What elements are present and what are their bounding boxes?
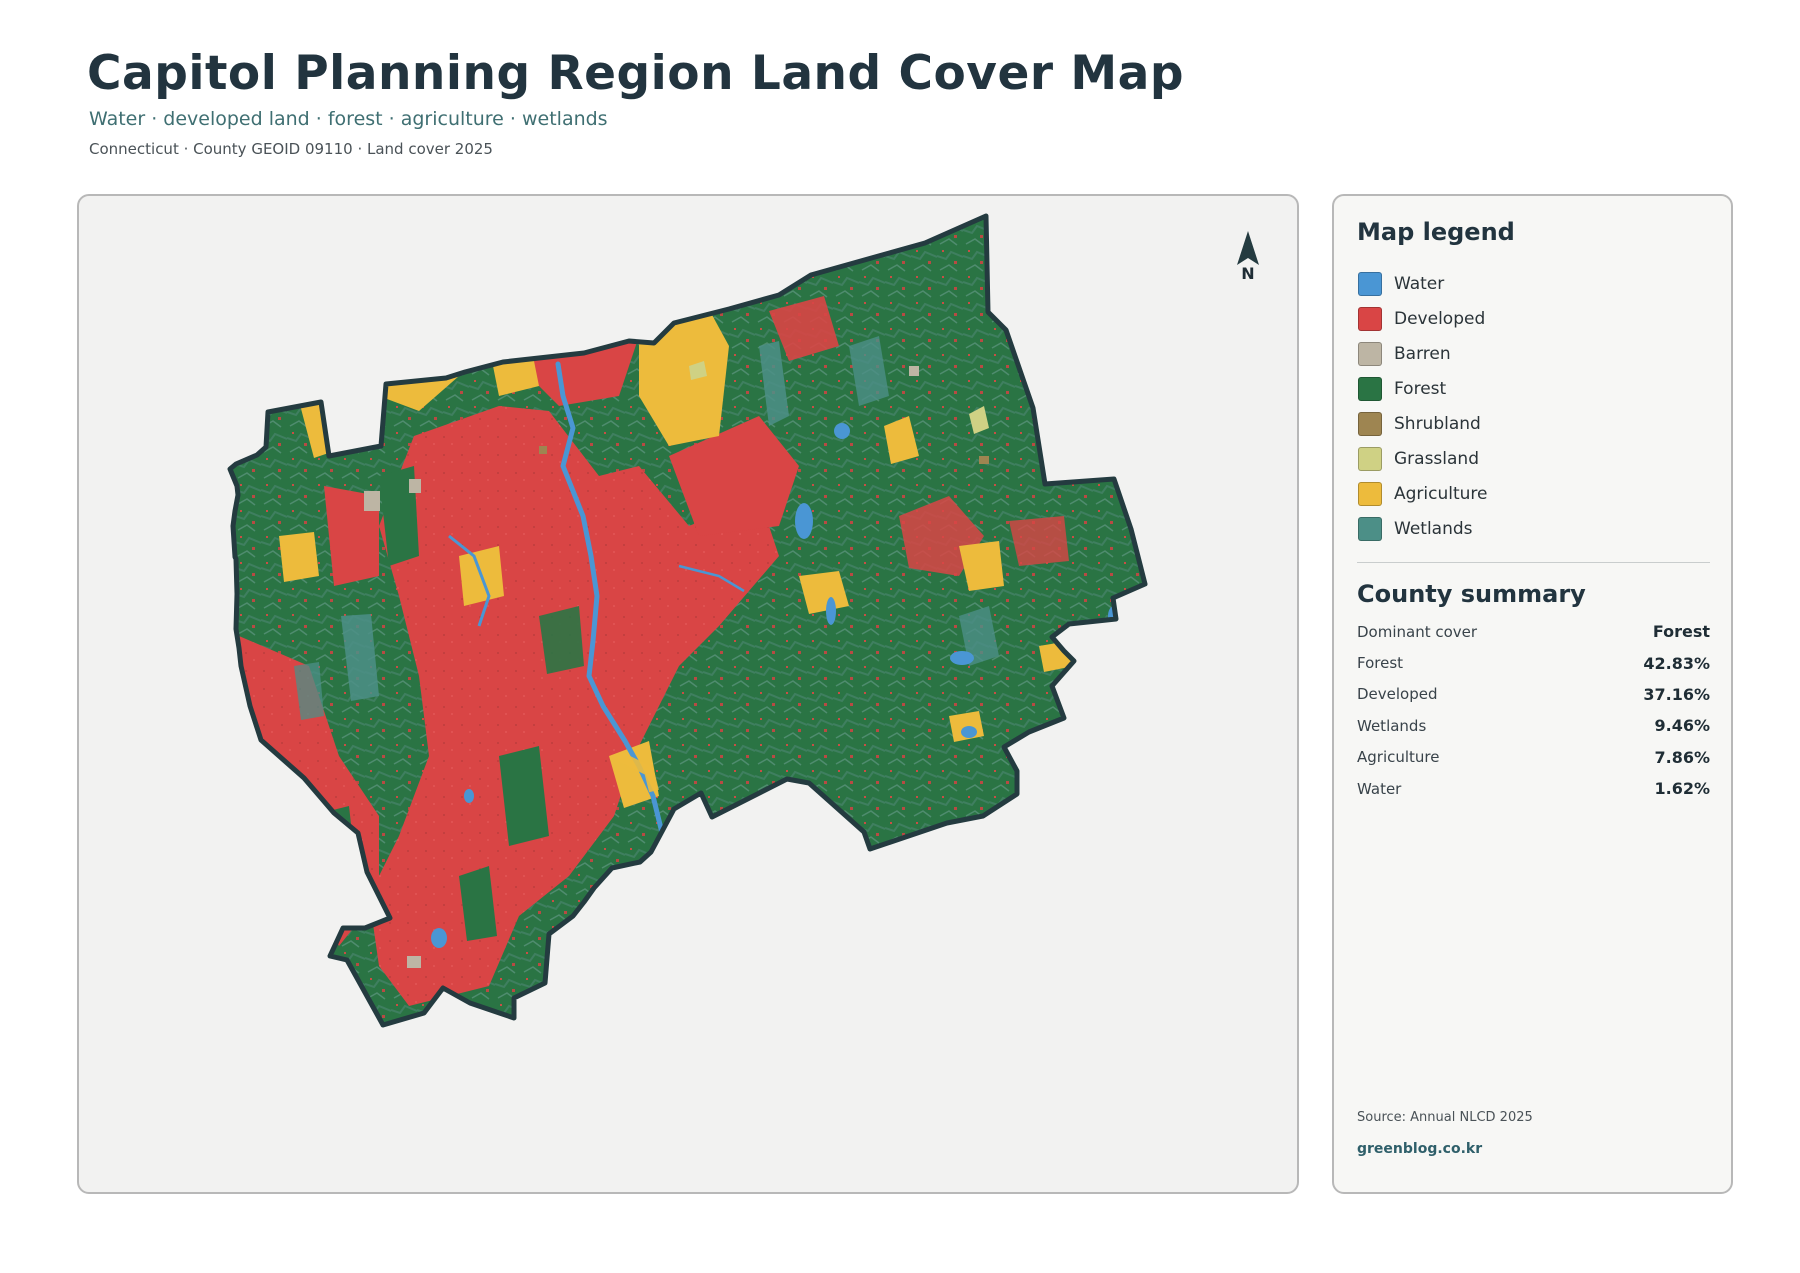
legend-swatch-agriculture: [1358, 481, 1382, 506]
summary-label: Agriculture: [1357, 748, 1440, 767]
page-meta: Connecticut · County GEOID 09110 · Land …: [89, 140, 493, 158]
legend-label: Shrubland: [1394, 413, 1481, 434]
legend-swatch-shrubland: [1358, 411, 1382, 436]
summary-value: 9.46%: [1654, 716, 1710, 736]
legend-swatch-developed: [1358, 306, 1382, 331]
summary-value: 1.62%: [1654, 779, 1710, 799]
north-label: N: [1241, 264, 1255, 283]
legend-swatch-grassland: [1358, 446, 1382, 471]
legend-label: Wetlands: [1394, 518, 1473, 539]
source-note: Source: Annual NLCD 2025: [1357, 1110, 1533, 1125]
summary-row: Water 1.62%: [1357, 773, 1710, 804]
summary-label: Wetlands: [1357, 716, 1427, 735]
legend-label: Forest: [1394, 378, 1447, 399]
legend-item-agriculture: Agriculture: [1358, 476, 1488, 511]
summary-row: Wetlands 9.46%: [1357, 710, 1710, 741]
legend-label: Agriculture: [1394, 483, 1488, 504]
legend-item-grassland: Grassland: [1358, 441, 1488, 476]
legend-label: Grassland: [1394, 448, 1479, 469]
summary-row: Dominant cover Forest: [1357, 616, 1710, 647]
land-cover-layers: [230, 216, 1145, 1025]
legend-heading: Map legend: [1357, 218, 1515, 246]
legend-swatch-barren: [1358, 341, 1382, 366]
land-cover-map[interactable]: [79, 196, 1299, 1194]
legend-swatch-forest: [1358, 376, 1382, 401]
legend-list: Water Developed Barren Forest Shrubland …: [1358, 266, 1488, 546]
summary-value: 7.86%: [1654, 747, 1710, 767]
legend-item-developed: Developed: [1358, 301, 1488, 336]
legend-item-wetlands: Wetlands: [1358, 511, 1488, 546]
summary-heading: County summary: [1357, 580, 1586, 608]
legend-item-barren: Barren: [1358, 336, 1488, 371]
legend-swatch-water: [1358, 271, 1382, 296]
map-panel[interactable]: N: [77, 194, 1299, 1194]
summary-value: 42.83%: [1643, 653, 1710, 673]
summary-label: Forest: [1357, 654, 1404, 673]
summary-row: Developed 37.16%: [1357, 679, 1710, 710]
legend-label: Developed: [1394, 308, 1486, 329]
summary-value: 37.16%: [1643, 684, 1710, 704]
county-summary: Dominant cover Forest Forest 42.83% Deve…: [1357, 616, 1710, 804]
legend-label: Barren: [1394, 343, 1451, 364]
legend-label: Water: [1394, 273, 1445, 294]
summary-row: Forest 42.83%: [1357, 647, 1710, 678]
summary-label: Water: [1357, 779, 1402, 798]
legend-item-forest: Forest: [1358, 371, 1488, 406]
summary-label: Dominant cover: [1357, 622, 1478, 641]
legend-item-water: Water: [1358, 266, 1488, 301]
page-subtitle: Water · developed land · forest · agricu…: [89, 108, 608, 130]
side-panel: Map legend Water Developed Barren Forest…: [1332, 194, 1733, 1194]
credit-link[interactable]: greenblog.co.kr: [1357, 1141, 1482, 1157]
legend-swatch-wetlands: [1358, 516, 1382, 541]
summary-row: Agriculture 7.86%: [1357, 742, 1710, 773]
legend-item-shrubland: Shrubland: [1358, 406, 1488, 441]
panel-divider: [1357, 562, 1710, 563]
summary-value: Forest: [1652, 622, 1710, 642]
page-title: Capitol Planning Region Land Cover Map: [87, 46, 1184, 101]
summary-label: Developed: [1357, 685, 1438, 704]
